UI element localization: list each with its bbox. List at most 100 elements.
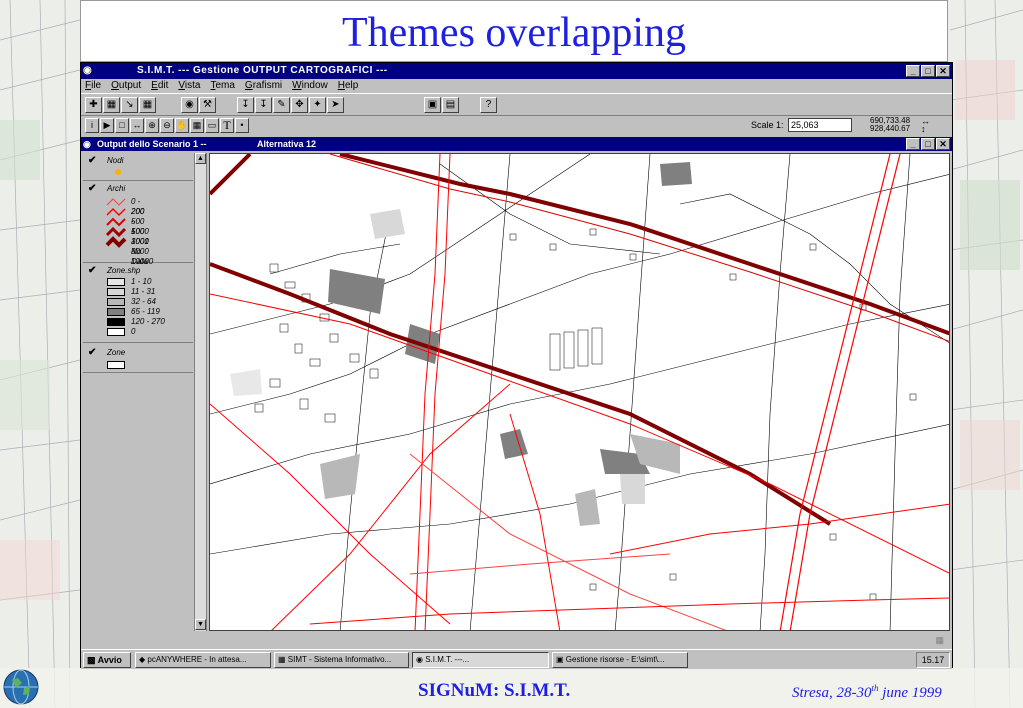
view-titlebar[interactable]: ◉ Output dello Scenario 1 -- Alternativa… (81, 137, 952, 151)
view-minimize-button[interactable]: _ (906, 138, 920, 150)
table-of-contents: ✔ Nodi ✔ Archi 0 - 200 200 - 500 500 - 100… (83, 153, 207, 631)
legend-class: 0 (83, 327, 193, 337)
label-icon[interactable]: ▭ (205, 118, 219, 133)
theme-nodi[interactable]: ✔ Nodi (83, 155, 193, 181)
map-drawing (210, 154, 949, 630)
footer-date: Stresa, 28-30th june 1999 (792, 683, 942, 701)
menu-bar: File Output Edit Vista Tema Grafismi Win… (81, 79, 952, 93)
legend-class: 32 - 64 (83, 297, 193, 307)
app-window: ◉ S.I.M.T. --- Gestione OUTPUT CARTOGRAF… (80, 62, 953, 669)
zoom-in-icon[interactable]: ⊕ (145, 118, 159, 133)
zoom-out-fixed-icon[interactable]: ✦ (309, 97, 326, 113)
windows-taskbar: ▩ Avvio ◆ pcANYWHERE - In attesa... ▦ SI… (81, 649, 952, 669)
help-icon[interactable]: ? (480, 97, 497, 113)
app-titlebar[interactable]: ◉ S.I.M.T. --- Gestione OUTPUT CARTOGRAF… (81, 63, 952, 79)
menu-edit[interactable]: Edit (151, 79, 168, 93)
theme-visible-checkbox[interactable]: ✔ (88, 347, 96, 359)
edit-legend-icon[interactable]: ↘ (121, 97, 138, 113)
taskbar-clock: 15.17 (916, 652, 950, 668)
legend-class: 11 - 31 (83, 287, 193, 297)
scroll-down-button[interactable]: ▼ (195, 619, 206, 630)
zoom-in-fixed-icon[interactable]: ✥ (291, 97, 308, 113)
identify-icon[interactable]: i (85, 118, 99, 133)
view-window: ◉ Output dello Scenario 1 -- Alternativa… (81, 137, 952, 633)
view-close-button[interactable]: ✕ (936, 138, 950, 150)
view-title: Output dello Scenario 1 -- (97, 139, 207, 149)
slide-title: Themes overlapping (80, 0, 948, 62)
scale-input[interactable] (788, 118, 852, 132)
theme-zone-shp[interactable]: ✔ Zone.shp 1 - 10 11 - 31 32 - 64 65 - 11… (83, 265, 193, 343)
close-button[interactable]: ✕ (936, 65, 950, 77)
vertex-icon[interactable]: □ (115, 118, 129, 133)
coordinate-arrows-icon: ↔ ↕ (921, 116, 930, 134)
menu-tema[interactable]: Tema (210, 79, 234, 93)
view-maximize-button[interactable]: □ (921, 138, 935, 150)
zoom-selected-icon[interactable]: ✎ (273, 97, 290, 113)
maximize-button[interactable]: □ (921, 65, 935, 77)
theme-name: Nodi (107, 156, 124, 165)
theme-name: Archi (107, 184, 126, 193)
theme-name: Zone.shp (107, 266, 141, 275)
legend-class: 120 - 270 (83, 317, 193, 327)
signum-globe-logo (3, 669, 39, 705)
windows-flag-icon: ▩ (87, 655, 98, 665)
theme-visible-checkbox[interactable]: ✔ (88, 155, 96, 167)
add-theme-icon[interactable]: ✚ (85, 97, 102, 113)
menu-file[interactable]: File (85, 79, 101, 93)
menu-grafismi[interactable]: Grafismi (245, 79, 282, 93)
text-icon[interactable]: T (220, 118, 234, 133)
theme-visible-checkbox[interactable]: ✔ (88, 183, 96, 195)
menu-vista[interactable]: Vista (178, 79, 200, 93)
legend-class: 1 - 10 (83, 277, 193, 287)
query-icon[interactable]: ⚒ (199, 97, 216, 113)
zoom-previous-icon[interactable]: ➤ (327, 97, 344, 113)
zoom-out-icon[interactable]: ⊖ (160, 118, 174, 133)
task-simt-sistema[interactable]: ▦ SIMT - Sistema Informativo... (274, 652, 409, 668)
coordinate-readout: 690,733.48 928,440.67 (870, 117, 910, 133)
menu-output[interactable]: Output (111, 79, 141, 93)
area-select-icon[interactable]: ▦ (190, 118, 204, 133)
find-icon[interactable]: ◉ (181, 97, 198, 113)
scale-label: Scale 1: (751, 120, 784, 130)
zoom-full-icon[interactable]: ↧ (237, 97, 254, 113)
legend-class: 65 - 119 (83, 307, 193, 317)
explorer-icon: ▣ (556, 655, 566, 664)
task-gestione-risorse[interactable]: ▣ Gestione risorse - E:\simt\... (552, 652, 688, 668)
resize-grip-icon[interactable]: ▦ (935, 635, 944, 646)
task-pcanywhere[interactable]: ◆ pcANYWHERE - In attesa... (135, 652, 271, 668)
legend-icon[interactable]: ▤ (442, 97, 459, 113)
properties-icon[interactable]: ▦ (103, 97, 120, 113)
theme-name: Zone (107, 348, 126, 357)
point-icon[interactable]: • (235, 118, 249, 133)
view-subtitle: Alternativa 12 (257, 139, 317, 149)
zone-symbol (107, 361, 125, 369)
main-toolbar: ✚ ▦ ↘ ▦ ◉ ⚒ ↧ ↧ ✎ ✥ ✦ ➤ ▣ ▤ ? (81, 93, 952, 115)
theme-archi[interactable]: ✔ Archi 0 - 200 200 - 500 500 - 1000 1000… (83, 183, 193, 266)
app-globe-icon: ◉ (83, 65, 92, 76)
theme-zone[interactable]: ✔ Zone (83, 347, 193, 373)
status-strip: ▦ (81, 633, 952, 649)
pan-icon[interactable]: ✋ (175, 118, 189, 133)
map-canvas[interactable] (209, 153, 950, 631)
start-button[interactable]: ▩ Avvio (83, 652, 131, 668)
measure-icon[interactable]: ↔ (130, 118, 144, 133)
simt-icon: ▦ (278, 655, 288, 664)
theme-visible-checkbox[interactable]: ✔ (88, 265, 96, 277)
footer-title: SIGNuM: S.I.M.T. (418, 680, 571, 701)
task-simt-active[interactable]: ◉ S.I.M.T. ---... (412, 652, 549, 668)
minimize-button[interactable]: _ (906, 65, 920, 77)
view-globe-icon: ◉ (83, 139, 91, 149)
zoom-active-icon[interactable]: ↧ (255, 97, 272, 113)
app-title: S.I.M.T. --- Gestione OUTPUT CARTOGRAFIC… (137, 65, 388, 76)
layout-icon[interactable]: ▣ (424, 97, 441, 113)
table-icon[interactable]: ▦ (139, 97, 156, 113)
globe-task-icon: ◉ (416, 655, 426, 664)
menu-window[interactable]: Window (292, 79, 328, 93)
menu-help[interactable]: Help (338, 79, 359, 93)
legend-scrollbar[interactable]: ▲ ▼ (194, 153, 206, 631)
coord-y: 928,440.67 (870, 124, 911, 133)
arc-symbols (105, 198, 127, 248)
scroll-up-button[interactable]: ▲ (195, 153, 206, 164)
pointer-icon[interactable]: ▶ (100, 118, 114, 133)
tools-toolbar: i ▶ □ ↔ ⊕ ⊖ ✋ ▦ ▭ T • Scale 1: 690,733.4… (81, 115, 952, 135)
